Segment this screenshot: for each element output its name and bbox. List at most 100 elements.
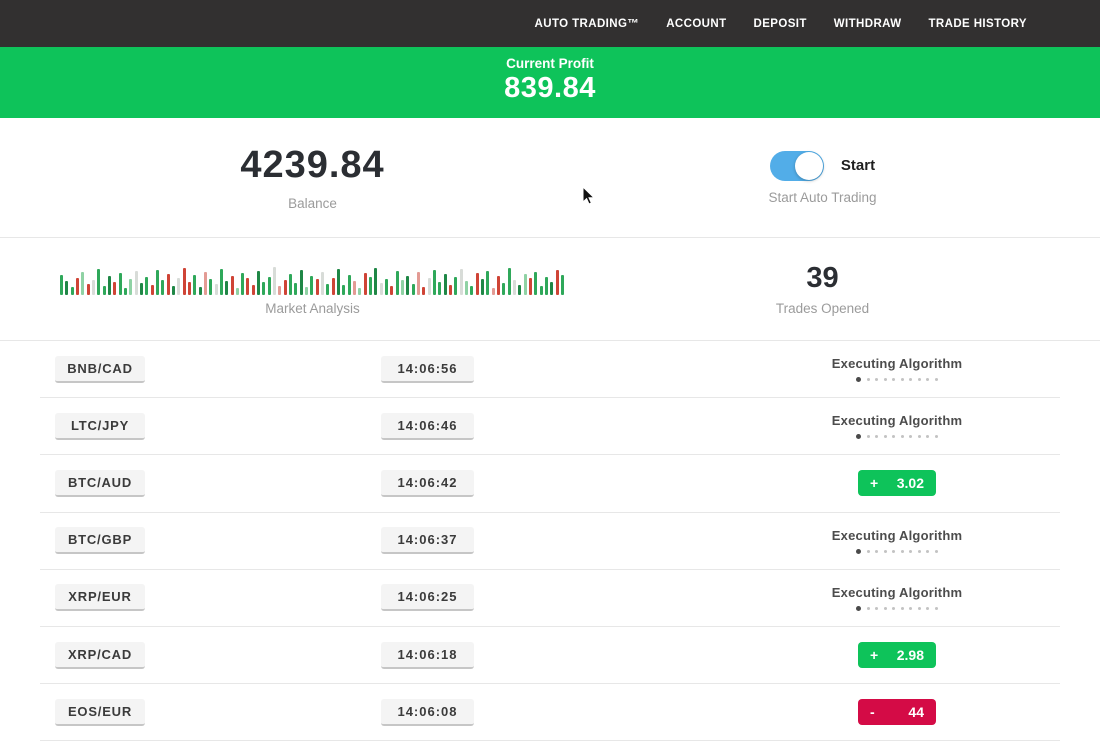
market-bar bbox=[476, 273, 479, 295]
market-bar bbox=[92, 280, 95, 295]
market-bar bbox=[305, 287, 308, 295]
market-bar bbox=[508, 268, 511, 295]
progress-dots bbox=[856, 377, 938, 382]
market-bar bbox=[390, 286, 393, 295]
market-section: Market Analysis 39 Trades Opened bbox=[0, 237, 1100, 341]
market-bar bbox=[364, 273, 367, 295]
market-bar bbox=[257, 271, 260, 295]
progress-dot bbox=[856, 606, 861, 611]
auto-trading-toggle[interactable] bbox=[770, 151, 824, 181]
market-bar bbox=[316, 279, 319, 295]
table-row: EOS/EUR 14:06:08 -44 bbox=[40, 684, 1060, 741]
market-bar bbox=[81, 272, 84, 295]
progress-dots bbox=[856, 606, 938, 611]
market-bar bbox=[108, 276, 111, 295]
nav-item-withdraw[interactable]: WITHDRAW bbox=[834, 18, 902, 30]
progress-dot bbox=[909, 607, 912, 610]
market-bar bbox=[76, 278, 79, 295]
market-bar bbox=[262, 282, 265, 295]
executing-algorithm-label: Executing Algorithm bbox=[832, 413, 962, 428]
market-bar bbox=[65, 281, 68, 295]
market-bar bbox=[310, 276, 313, 295]
nav-item-account[interactable]: ACCOUNT bbox=[666, 18, 726, 30]
market-bar bbox=[321, 272, 324, 295]
market-bar bbox=[492, 288, 495, 295]
market-bar bbox=[428, 278, 431, 295]
progress-dot bbox=[884, 378, 887, 381]
market-bar bbox=[337, 269, 340, 295]
pair-chip: EOS/EUR bbox=[55, 699, 145, 726]
progress-dot bbox=[901, 550, 904, 553]
market-bar bbox=[225, 281, 228, 295]
badge-sign: + bbox=[870, 475, 878, 491]
progress-dots bbox=[856, 434, 938, 439]
market-bar bbox=[129, 279, 132, 295]
progress-dot bbox=[909, 550, 912, 553]
progress-dot bbox=[901, 378, 904, 381]
progress-dot bbox=[892, 435, 895, 438]
progress-dot bbox=[856, 549, 861, 554]
market-bar bbox=[204, 272, 207, 295]
progress-dot bbox=[935, 607, 938, 610]
market-bar bbox=[422, 287, 425, 295]
progress-dot bbox=[918, 378, 921, 381]
market-bar bbox=[156, 270, 159, 295]
time-chip: 14:06:46 bbox=[381, 413, 474, 440]
market-bar bbox=[294, 283, 297, 295]
market-analysis-block: Market Analysis bbox=[40, 238, 585, 340]
progress-dot bbox=[918, 607, 921, 610]
market-bar bbox=[556, 270, 559, 295]
market-bar bbox=[188, 282, 191, 295]
market-bar bbox=[97, 269, 100, 295]
market-bar bbox=[220, 269, 223, 295]
market-bar bbox=[454, 277, 457, 295]
toggle-knob bbox=[795, 152, 823, 180]
pair-chip: BNB/CAD bbox=[55, 356, 145, 383]
market-bar bbox=[241, 273, 244, 295]
executing-algorithm-label: Executing Algorithm bbox=[832, 356, 962, 371]
progress-dot bbox=[926, 550, 929, 553]
market-bar bbox=[215, 284, 218, 295]
market-bar bbox=[268, 277, 271, 295]
executing-algorithm-label: Executing Algorithm bbox=[832, 528, 962, 543]
pair-chip: BTC/AUD bbox=[55, 470, 145, 497]
executing-algorithm-label: Executing Algorithm bbox=[832, 585, 962, 600]
market-bar bbox=[193, 275, 196, 295]
market-bar bbox=[385, 279, 388, 295]
progress-dot bbox=[926, 607, 929, 610]
nav-item-deposit[interactable]: DEPOSIT bbox=[754, 18, 807, 30]
market-bar bbox=[465, 281, 468, 295]
market-bar bbox=[497, 276, 500, 295]
market-bar bbox=[449, 285, 452, 295]
market-bar bbox=[284, 280, 287, 295]
market-bar bbox=[433, 270, 436, 295]
market-bar bbox=[406, 276, 409, 295]
time-chip: 14:06:37 bbox=[381, 527, 474, 554]
market-bar bbox=[177, 278, 180, 295]
status-cell: Executing Algorithm bbox=[767, 413, 1027, 439]
market-bar bbox=[289, 274, 292, 295]
progress-dot bbox=[892, 378, 895, 381]
market-bar bbox=[161, 280, 164, 295]
top-navbar: AUTO TRADING™ ACCOUNT DEPOSIT WITHDRAW T… bbox=[0, 0, 1100, 47]
badge-sign: + bbox=[870, 647, 878, 663]
market-bar bbox=[486, 271, 489, 295]
progress-dot bbox=[909, 378, 912, 381]
current-profit-banner: Current Profit 839.84 bbox=[0, 47, 1100, 118]
market-bar bbox=[252, 285, 255, 295]
progress-dot bbox=[935, 435, 938, 438]
market-bar bbox=[502, 283, 505, 295]
market-bar bbox=[513, 280, 516, 295]
nav-item-auto-trading[interactable]: AUTO TRADING™ bbox=[535, 18, 640, 30]
trades-table: BNB/CAD 14:06:56 Executing Algorithm LTC… bbox=[40, 341, 1060, 741]
nav-item-trade-history[interactable]: TRADE HISTORY bbox=[929, 18, 1028, 30]
market-bar bbox=[534, 272, 537, 295]
market-bar bbox=[353, 281, 356, 295]
market-bar bbox=[199, 287, 202, 295]
progress-dot bbox=[918, 435, 921, 438]
time-chip: 14:06:42 bbox=[381, 470, 474, 497]
stats-section: 4239.84 Balance Start Start Auto Trading bbox=[0, 118, 1100, 237]
progress-dot bbox=[867, 435, 870, 438]
progress-dot bbox=[867, 607, 870, 610]
current-profit-value: 839.84 bbox=[0, 72, 1100, 105]
